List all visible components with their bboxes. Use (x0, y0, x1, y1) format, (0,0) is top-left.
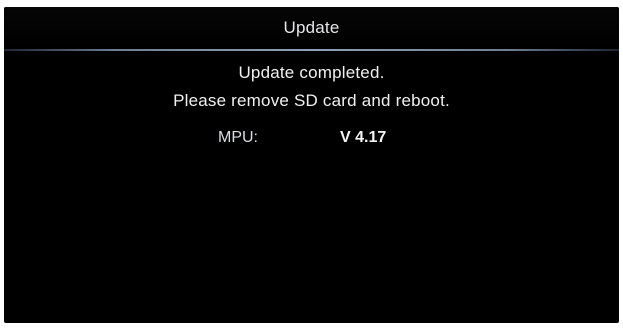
version-row: MPU: V 4.17 (4, 129, 619, 151)
display-bezel: Update Update completed. Please remove S… (0, 0, 623, 331)
version-label: MPU: (218, 129, 258, 146)
screen-title: Update (283, 18, 340, 37)
version-value: V 4.17 (340, 129, 387, 146)
title-bar: Update (4, 7, 619, 49)
update-status-message: Update completed. (238, 63, 385, 82)
reboot-instruction-message: Please remove SD card and reboot. (173, 91, 450, 110)
title-divider (4, 49, 619, 51)
update-screen: Update Update completed. Please remove S… (4, 7, 619, 323)
